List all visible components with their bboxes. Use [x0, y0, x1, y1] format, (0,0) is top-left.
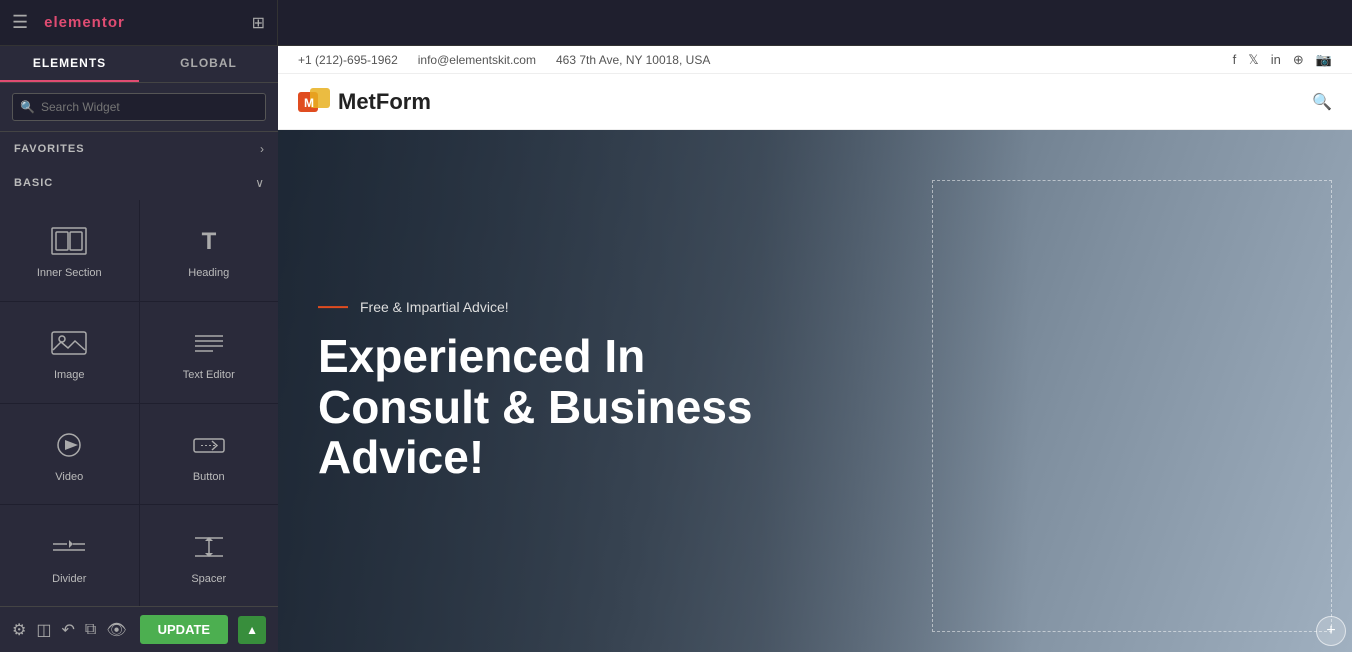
widget-spacer[interactable]: Spacer — [140, 505, 279, 606]
inner-section-label: Inner Section — [37, 267, 102, 279]
history-icon[interactable]: ↶ — [61, 620, 74, 640]
widget-button[interactable]: Button — [140, 404, 279, 505]
sidebar: ELEMENTS GLOBAL 🔍 FAVORITES › BASIC ∨ — [0, 46, 278, 652]
update-button[interactable]: UPDATE — [140, 615, 228, 644]
basic-section-header[interactable]: BASIC ∨ — [0, 166, 278, 200]
main-layout: ELEMENTS GLOBAL 🔍 FAVORITES › BASIC ∨ — [0, 46, 1352, 652]
button-label: Button — [193, 471, 225, 483]
contact-right: f 𝕏 in ⊕ 📷 — [1233, 52, 1332, 68]
phone-text: +1 (212)-695-1962 — [298, 53, 398, 67]
text-editor-label: Text Editor — [183, 369, 235, 381]
preview-icon[interactable]: 👁 — [106, 620, 126, 640]
button-icon — [191, 431, 227, 463]
add-element-button[interactable]: + — [1316, 616, 1346, 646]
address-text: 463 7th Ave, NY 10018, USA — [556, 53, 710, 67]
heading-icon: T — [191, 227, 227, 259]
site-logo-text: MetForm — [338, 89, 431, 115]
image-label: Image — [54, 369, 85, 381]
search-box: 🔍 — [0, 83, 278, 132]
facebook-icon[interactable]: f — [1233, 52, 1237, 67]
widget-image[interactable]: Image — [0, 302, 139, 403]
video-icon — [51, 431, 87, 463]
favorites-label: FAVORITES — [14, 143, 85, 155]
heading-label: Heading — [188, 267, 229, 279]
search-icon: 🔍 — [20, 100, 35, 114]
widget-video[interactable]: Video — [0, 404, 139, 505]
tab-global[interactable]: GLOBAL — [139, 46, 278, 82]
image-icon — [51, 329, 87, 361]
selection-box: + — [932, 180, 1332, 632]
layers-icon[interactable]: ◫ — [36, 620, 51, 640]
contact-left: +1 (212)-695-1962 info@elementskit.com 4… — [298, 53, 710, 67]
duplicate-icon[interactable]: ⧉ — [85, 621, 96, 639]
spacer-icon — [191, 533, 227, 565]
top-bar: ☰ elementor ⊞ — [0, 0, 1352, 46]
favorites-arrow: › — [260, 142, 264, 156]
grid-icon[interactable]: ⊞ — [252, 13, 265, 33]
favorites-section-header[interactable]: FAVORITES › — [0, 132, 278, 166]
contact-bar: +1 (212)-695-1962 info@elementskit.com 4… — [278, 46, 1352, 74]
hero-section: Free & Impartial Advice! Experienced InC… — [278, 130, 1352, 652]
metform-logo-icon: M — [298, 88, 330, 116]
basic-arrow: ∨ — [255, 176, 264, 190]
twitter-icon[interactable]: 𝕏 — [1248, 52, 1258, 68]
sidebar-tabs: ELEMENTS GLOBAL — [0, 46, 278, 83]
sidebar-bottom: ⚙ ◫ ↶ ⧉ 👁 UPDATE ▲ — [0, 606, 278, 652]
hero-subtitle: Free & Impartial Advice! — [318, 299, 753, 315]
linkedin-icon[interactable]: in — [1271, 52, 1281, 67]
elementor-logo: elementor — [44, 14, 125, 31]
top-bar-left: ☰ elementor ⊞ — [0, 0, 278, 45]
globe-icon[interactable]: ⊕ — [1293, 52, 1304, 68]
widget-heading[interactable]: T Heading — [140, 200, 279, 301]
site-nav-bar: M MetForm 🔍 — [278, 74, 1352, 130]
instagram-icon[interactable]: 📷 — [1316, 52, 1332, 68]
site-logo: M MetForm — [298, 88, 431, 116]
site-search-icon[interactable]: 🔍 — [1312, 92, 1332, 112]
video-label: Video — [55, 471, 83, 483]
widget-inner-section[interactable]: Inner Section — [0, 200, 139, 301]
divider-label: Divider — [52, 573, 86, 585]
hamburger-icon[interactable]: ☰ — [12, 12, 28, 33]
hero-line-decoration — [318, 306, 348, 308]
update-arrow-button[interactable]: ▲ — [238, 616, 266, 644]
text-editor-icon — [191, 329, 227, 361]
email-text: info@elementskit.com — [418, 53, 536, 67]
search-input[interactable] — [12, 93, 266, 121]
inner-section-icon — [51, 227, 87, 259]
tab-elements[interactable]: ELEMENTS — [0, 46, 139, 82]
basic-label: BASIC — [14, 177, 53, 189]
svg-text:T: T — [201, 228, 216, 255]
widget-divider[interactable]: Divider — [0, 505, 139, 606]
spacer-label: Spacer — [191, 573, 226, 585]
canvas: +1 (212)-695-1962 info@elementskit.com 4… — [278, 46, 1352, 652]
hero-subtitle-text: Free & Impartial Advice! — [360, 299, 509, 315]
settings-icon[interactable]: ⚙ — [12, 620, 26, 640]
svg-text:M: M — [304, 96, 314, 110]
hero-title: Experienced InConsult & BusinessAdvice! — [318, 331, 753, 483]
widgets-grid: Inner Section T Heading — [0, 200, 278, 606]
search-wrapper: 🔍 — [12, 93, 266, 121]
hero-content: Free & Impartial Advice! Experienced InC… — [318, 299, 753, 483]
divider-icon — [51, 533, 87, 565]
widget-text-editor[interactable]: Text Editor — [140, 302, 279, 403]
